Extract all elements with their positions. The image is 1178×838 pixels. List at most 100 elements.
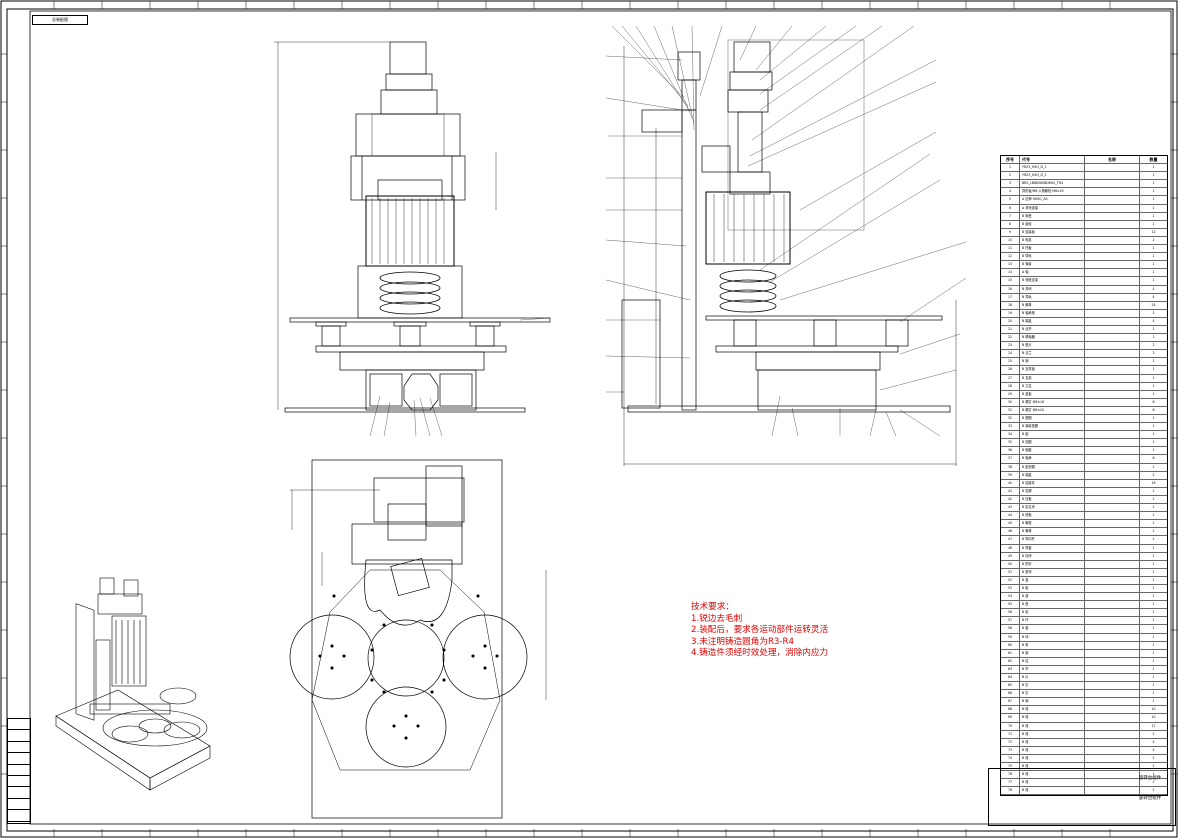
bom-cell-name (1085, 406, 1140, 414)
bom-row: 4 异形板/M6 六角螺栓 M6×20 1 (1001, 188, 1167, 197)
bom-cell-index: 34 (1001, 431, 1020, 439)
bom-cell-index: 46 (1001, 528, 1020, 536)
bom-cell-name (1085, 479, 1140, 487)
bom-cell-code: B 齿轮 (1020, 220, 1085, 228)
bom-cell-name (1085, 423, 1140, 431)
bom-row: 13 B 弹簧 1 (1001, 261, 1167, 270)
bom-row: 57 B 环 1 (1001, 617, 1167, 626)
bom-cell-code: B 盘 (1020, 601, 1085, 609)
bom-cell-name (1085, 560, 1140, 568)
bom-cell-qty: 8 (1152, 407, 1155, 412)
bom-cell-index: 5 (1001, 196, 1020, 204)
bom-cell-name (1085, 738, 1140, 746)
bom-cell-qty: 2 (1152, 472, 1155, 477)
bom-cell-index: 22 (1001, 334, 1020, 342)
bom-cell-index: 53 (1001, 584, 1020, 593)
bom-cell-code: B 丝杆 (1020, 325, 1085, 334)
bom-cell-code: B 滑块 (1020, 285, 1085, 293)
bom-cell-qty: 1 (1152, 521, 1155, 526)
bom-cell-code: B 托板 (1020, 245, 1085, 253)
bom-cell-qty: 1 (1152, 262, 1155, 267)
bom-cell-index: 73 (1001, 746, 1020, 754)
bom-row: 18 B 螺母 24 (1001, 301, 1167, 310)
bom-cell-code: B 轴承 (1020, 455, 1085, 463)
bom-cell-qty: 1 (1152, 496, 1155, 501)
bom-cell-name (1085, 544, 1140, 552)
bom-cell-name (1085, 261, 1140, 269)
bom-cell-code: BRS_LB68360BD6H4_TR4 (1020, 180, 1085, 188)
bom-row: 60 B 条 1 (1001, 641, 1167, 650)
bom-cell-qty: 1 (1152, 391, 1155, 396)
bom-cell-qty: 1 (1152, 375, 1155, 380)
bom-cell-index: 69 (1001, 714, 1020, 722)
bom-cell-qty: 1 (1152, 254, 1155, 259)
bom-cell-code: B 弹簧 (1020, 261, 1085, 269)
bom-cell-code: YRZ3_H4O_D_1 (1020, 164, 1085, 172)
bom-cell-name (1085, 277, 1140, 285)
bom-cell-index: 3 (1001, 180, 1020, 188)
bom-cell-code: B 螺母 (1020, 301, 1085, 309)
bom-cell-name (1085, 487, 1140, 495)
bom-row: 22 B 联轴器 1 (1001, 334, 1167, 343)
bom-cell-code: B 螺母 (1020, 528, 1085, 536)
bom-cell-name (1085, 220, 1140, 228)
bom-cell-code: B 钉 (1020, 690, 1085, 698)
bom-cell-qty: 1 (1152, 383, 1155, 388)
bom-cell-qty: 1 (1152, 416, 1155, 420)
bom-cell-code: YRZ3_H4O_D_2 (1020, 172, 1085, 180)
bom-row: 34 B 键 1 (1001, 431, 1167, 440)
bom-row: 16 B 滑块 4 (1001, 285, 1167, 294)
bom-row: 58 B 套 1 (1001, 625, 1167, 634)
bom-cell-code: B 密封圈 (1020, 463, 1085, 471)
bom-cell-index: 48 (1001, 544, 1020, 552)
leader-lines (369, 25, 967, 437)
bom-cell-qty: 1 (1152, 553, 1155, 558)
bom-cell-index: 65 (1001, 682, 1020, 690)
bom-cell-index: 45 (1001, 520, 1020, 528)
tech-requirement-item: 3.未注明铸造圆角为R3-R4 (691, 636, 794, 647)
bom-cell-qty: 24 (1151, 302, 1156, 307)
bom-cell-qty: 1 (1152, 675, 1155, 679)
bom-cell-name (1085, 617, 1140, 625)
side-view (621, 39, 957, 466)
bom-header-qty: 数量 (1149, 157, 1158, 162)
bom-row: 64 B 片 1 (1001, 674, 1167, 683)
bom-cell-name (1085, 455, 1140, 463)
bom-cell-qty: 1 (1152, 666, 1155, 671)
bom-header-row: 序号 代号 名称 数量 (1001, 156, 1167, 165)
bom-cell-name (1085, 601, 1140, 609)
bom-row: 32 B 垫圈 1 (1001, 415, 1167, 424)
bom-cell-qty: 1 (1152, 577, 1155, 582)
bom-cell-qty: 1 (1152, 278, 1155, 283)
bom-row: 72 B 栓 4 (1001, 738, 1167, 747)
bom-cell-index: 42 (1001, 495, 1020, 504)
bom-row: 67 B 销 1 (1001, 698, 1167, 707)
side-block-row (8, 753, 30, 765)
bom-cell-index: 43 (1001, 504, 1020, 512)
bom-cell-name (1085, 754, 1140, 763)
side-block-row (8, 810, 30, 822)
bom-row: 14 A 轴 1 (1001, 269, 1167, 278)
bom-row: 62 B 柱 1 (1001, 657, 1167, 666)
bom-cell-index: 50 (1001, 560, 1020, 568)
bom-row: 3 BRS_LB68360BD6H4_TR4 1 (1001, 180, 1167, 189)
bom-cell-index: 59 (1001, 633, 1020, 641)
bom-cell-index: 21 (1001, 325, 1020, 334)
bom-cell-index: 62 (1001, 657, 1020, 665)
bom-cell-name (1085, 495, 1140, 504)
bom-cell-index: 44 (1001, 512, 1020, 520)
bom-cell-qty: 1 (1152, 594, 1155, 599)
bom-cell-code: B 栓 (1020, 730, 1085, 738)
bom-cell-code: B 底板 (1020, 512, 1085, 520)
bom-cell-code: B 螺栓 (1020, 520, 1085, 528)
bom-cell-index: 36 (1001, 447, 1020, 455)
bom-cell-index: 18 (1001, 301, 1020, 309)
bom-cell-name (1085, 512, 1140, 520)
bom-row: 1 YRZ3_H4O_D_1 1 (1001, 164, 1167, 173)
bom-row: 37 B 轴承 6 (1001, 455, 1167, 464)
bom-row: 55 B 盘 1 (1001, 601, 1167, 610)
bom-cell-index: 30 (1001, 398, 1020, 406)
tech-requirements-heading: 技术要求： (691, 602, 734, 612)
bom-cell-index: 28 (1001, 382, 1020, 390)
bom-cell-code: B 法兰 (1020, 350, 1085, 358)
